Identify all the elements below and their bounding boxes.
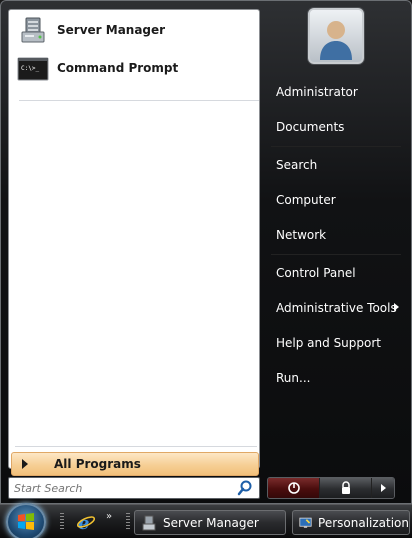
- pinned-item-server-manager[interactable]: Server Manager: [13, 13, 257, 47]
- all-programs-button[interactable]: All Programs: [11, 452, 259, 476]
- right-item-label: Network: [276, 228, 327, 242]
- pinned-item-label: Server Manager: [57, 23, 166, 37]
- right-item-label: Documents: [276, 120, 345, 134]
- submenu-arrow-icon: [394, 303, 399, 311]
- windows-start-orb[interactable]: [6, 503, 46, 538]
- start-menu: Server Manager C:\>_ Command Prompt All …: [0, 0, 412, 504]
- taskbar-button-personalization[interactable]: Personalization: [292, 510, 410, 535]
- right-item-administrative-tools[interactable]: Administrative Tools: [269, 293, 403, 323]
- shutdown-options-button[interactable]: [372, 478, 394, 498]
- command-prompt-icon: C:\>_: [17, 52, 49, 84]
- right-item-help-and-support[interactable]: Help and Support: [269, 328, 403, 358]
- right-item-documents[interactable]: Documents: [269, 112, 403, 142]
- personalization-icon: [299, 517, 312, 528]
- right-separator: [271, 254, 401, 255]
- user-avatar-icon: [310, 10, 362, 62]
- pinned-separator: [19, 100, 259, 101]
- lock-button[interactable]: [320, 478, 372, 498]
- right-item-label: Administrative Tools: [276, 301, 397, 315]
- quicklaunch-grip[interactable]: [60, 513, 64, 531]
- right-item-search[interactable]: Search: [269, 150, 403, 180]
- pinned-item-label: Command Prompt: [57, 61, 179, 75]
- pinned-item-command-prompt[interactable]: C:\>_ Command Prompt: [13, 51, 257, 85]
- right-item-run[interactable]: Run...: [269, 363, 403, 393]
- right-item-label: Search: [276, 158, 318, 172]
- user-avatar-tile[interactable]: [308, 8, 364, 64]
- arrow-right-icon: [380, 484, 386, 492]
- arrow-right-icon: [22, 459, 28, 469]
- taskbar-button-server-manager[interactable]: Server Manager: [134, 510, 286, 535]
- server-manager-icon: [142, 515, 156, 530]
- taskbar-button-label: Server Manager: [163, 515, 259, 530]
- start-menu-left-pane: Server Manager C:\>_ Command Prompt All …: [8, 9, 260, 476]
- power-button[interactable]: [268, 478, 320, 498]
- search-icon[interactable]: [236, 479, 254, 497]
- taskbar: e » Server Manager Personalization: [0, 503, 412, 538]
- taskbar-grip[interactable]: [126, 513, 130, 531]
- lock-icon: [341, 481, 350, 494]
- internet-explorer-icon[interactable]: e: [76, 512, 96, 534]
- quicklaunch-overflow-icon[interactable]: »: [106, 511, 112, 522]
- svg-text:C:\>_: C:\>_: [21, 65, 39, 72]
- windows-logo-icon: [18, 513, 34, 530]
- taskbar-button-label: Personalization: [318, 515, 409, 530]
- right-item-label: Run...: [276, 371, 311, 385]
- all-programs-separator: [15, 446, 257, 447]
- start-search-box: [8, 477, 260, 499]
- all-programs-label: All Programs: [54, 457, 141, 471]
- right-item-label: Administrator: [276, 85, 358, 99]
- server-manager-icon: [17, 14, 49, 46]
- right-item-network[interactable]: Network: [269, 220, 403, 250]
- right-item-label: Help and Support: [276, 336, 381, 350]
- right-separator: [271, 146, 401, 147]
- power-icon: [287, 482, 300, 494]
- right-item-control-panel[interactable]: Control Panel: [269, 258, 403, 288]
- right-item-label: Control Panel: [276, 266, 356, 280]
- power-button-group: [267, 477, 395, 499]
- right-item-label: Computer: [276, 193, 336, 207]
- start-search-input[interactable]: [9, 479, 236, 497]
- right-item-administrator[interactable]: Administrator: [269, 77, 403, 107]
- right-item-computer[interactable]: Computer: [269, 185, 403, 215]
